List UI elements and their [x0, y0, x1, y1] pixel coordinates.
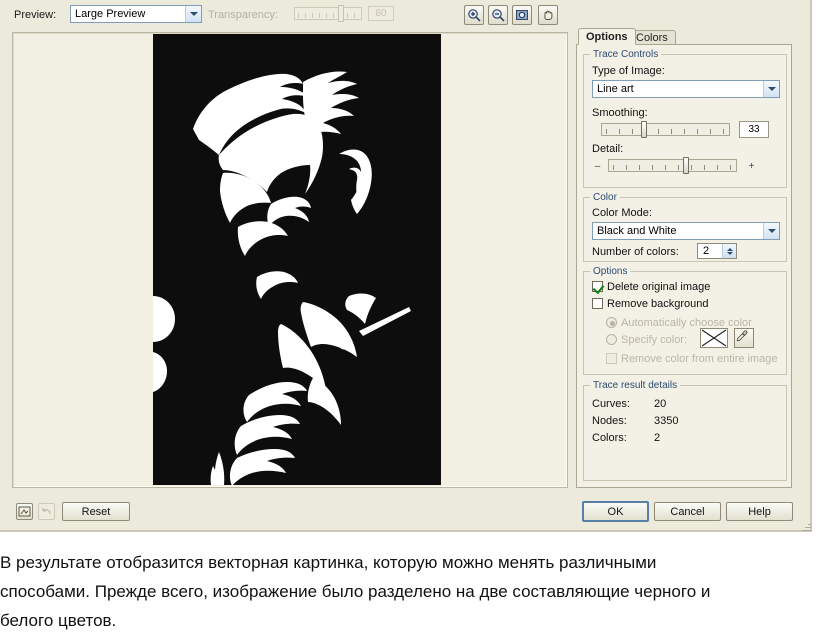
ok-button[interactable]: OK: [582, 501, 649, 522]
colors-value: 2: [654, 432, 661, 444]
specify-color-radio[interactable]: [606, 334, 617, 345]
automatically-choose-color-label: Automatically choose color: [621, 317, 752, 329]
powertrace-dialog: Preview: Large Preview Transparency: 80: [0, 0, 812, 532]
delete-original-image-checkbox[interactable]: [592, 281, 603, 292]
help-button[interactable]: Help: [726, 502, 793, 521]
transparency-slider-thumb[interactable]: [338, 5, 344, 22]
smoothing-slider-thumb[interactable]: [641, 121, 647, 138]
zoom-in-icon[interactable]: [464, 5, 484, 25]
tab-options[interactable]: Options: [578, 28, 636, 45]
smoothing-label: Smoothing:: [592, 107, 648, 119]
caption-line-2: способами. Прежде всего, изображение был…: [0, 582, 711, 601]
color-mode-select[interactable]: Black and White: [592, 222, 780, 240]
number-of-colors-label: Number of colors:: [592, 246, 679, 258]
color-group: Color Color Mode: Black and White Number…: [583, 192, 787, 262]
traced-portrait-preview: [153, 34, 441, 485]
color-group-title: Color: [590, 192, 620, 203]
type-of-image-select[interactable]: Line art: [592, 80, 780, 98]
trace-result-details-title: Trace result details: [590, 380, 681, 391]
number-of-colors-value: 2: [703, 245, 710, 257]
trace-controls-title: Trace Controls: [590, 49, 662, 60]
color-mode-value: Black and White: [597, 225, 677, 237]
transparency-slider-ticks: [296, 10, 360, 18]
chevron-down-icon[interactable]: [763, 223, 779, 239]
remove-color-entire-image-label: Remove color from entire image: [621, 353, 778, 365]
options-panel: Options Colors Trace Controls Type of Im…: [576, 28, 798, 488]
resize-grip[interactable]: [799, 519, 811, 531]
nodes-label: Nodes:: [592, 415, 627, 427]
remove-background-checkbox[interactable]: [592, 298, 603, 309]
zoom-fit-icon[interactable]: [512, 5, 532, 25]
stepper-arrows-icon[interactable]: [722, 244, 736, 258]
preview-label: Preview:: [14, 9, 57, 21]
number-of-colors-stepper[interactable]: 2: [697, 243, 737, 259]
preview-window-icon[interactable]: [16, 503, 33, 520]
transparency-value-field[interactable]: 80: [368, 6, 394, 21]
options-group-title: Options: [590, 266, 631, 277]
undo-arrow-icon[interactable]: [38, 503, 55, 520]
options-group: Options Delete original image Remove bac…: [583, 266, 787, 375]
zoom-out-icon[interactable]: [488, 5, 508, 25]
reset-button[interactable]: Reset: [62, 502, 130, 521]
preview-canvas[interactable]: [12, 32, 568, 488]
curves-label: Curves:: [592, 398, 630, 410]
trace-controls-group: Trace Controls Type of Image: Line art S…: [583, 49, 787, 188]
type-of-image-value: Line art: [597, 83, 634, 95]
panel-body: Trace Controls Type of Image: Line art S…: [576, 44, 792, 488]
automatically-choose-color-radio[interactable]: [606, 317, 617, 328]
dialog-footer: Reset OK Cancel Help: [0, 494, 812, 532]
caption-line-3: белого цветов.: [0, 611, 117, 630]
preview-mode-select[interactable]: Large Preview: [70, 5, 202, 23]
cancel-button[interactable]: Cancel: [654, 502, 721, 521]
eyedropper-icon[interactable]: [734, 328, 754, 348]
caption-line-1: В результате отобразится векторная карти…: [0, 553, 657, 572]
caption-text: В результате отобразится векторная карти…: [0, 548, 816, 635]
nodes-value: 3350: [654, 415, 679, 427]
smoothing-slider-ticks: [603, 126, 728, 134]
detail-slider[interactable]: [608, 157, 737, 174]
smoothing-value-field[interactable]: 33: [739, 121, 769, 138]
remove-color-entire-image-checkbox[interactable]: [606, 353, 617, 364]
detail-slider-thumb[interactable]: [683, 157, 689, 174]
delete-original-image-label: Delete original image: [607, 281, 711, 293]
detail-label: Detail:: [592, 143, 624, 155]
pan-hand-icon[interactable]: [538, 5, 558, 25]
specify-color-label: Specify color:: [621, 334, 688, 346]
top-toolbar: Preview: Large Preview Transparency: 80: [0, 0, 812, 29]
remove-background-label: Remove background: [607, 298, 709, 310]
color-mode-label: Color Mode:: [592, 207, 652, 219]
no-color-swatch-icon[interactable]: [700, 328, 728, 348]
preview-mode-value: Large Preview: [75, 8, 146, 20]
transparency-label: Transparency:: [208, 9, 278, 21]
detail-increase-button[interactable]: +: [746, 161, 757, 172]
detail-decrease-button[interactable]: –: [592, 161, 603, 172]
chevron-down-icon[interactable]: [763, 81, 779, 97]
curves-value: 20: [654, 398, 667, 410]
detail-slider-ticks: [610, 162, 735, 170]
smoothing-slider[interactable]: [601, 121, 730, 138]
chevron-down-icon[interactable]: [185, 6, 201, 22]
trace-result-details-group: Trace result details Curves: 20 Nodes: 3…: [583, 380, 787, 481]
transparency-slider[interactable]: [294, 5, 362, 22]
type-of-image-label: Type of Image:: [592, 65, 665, 77]
colors-label: Colors:: [592, 432, 627, 444]
